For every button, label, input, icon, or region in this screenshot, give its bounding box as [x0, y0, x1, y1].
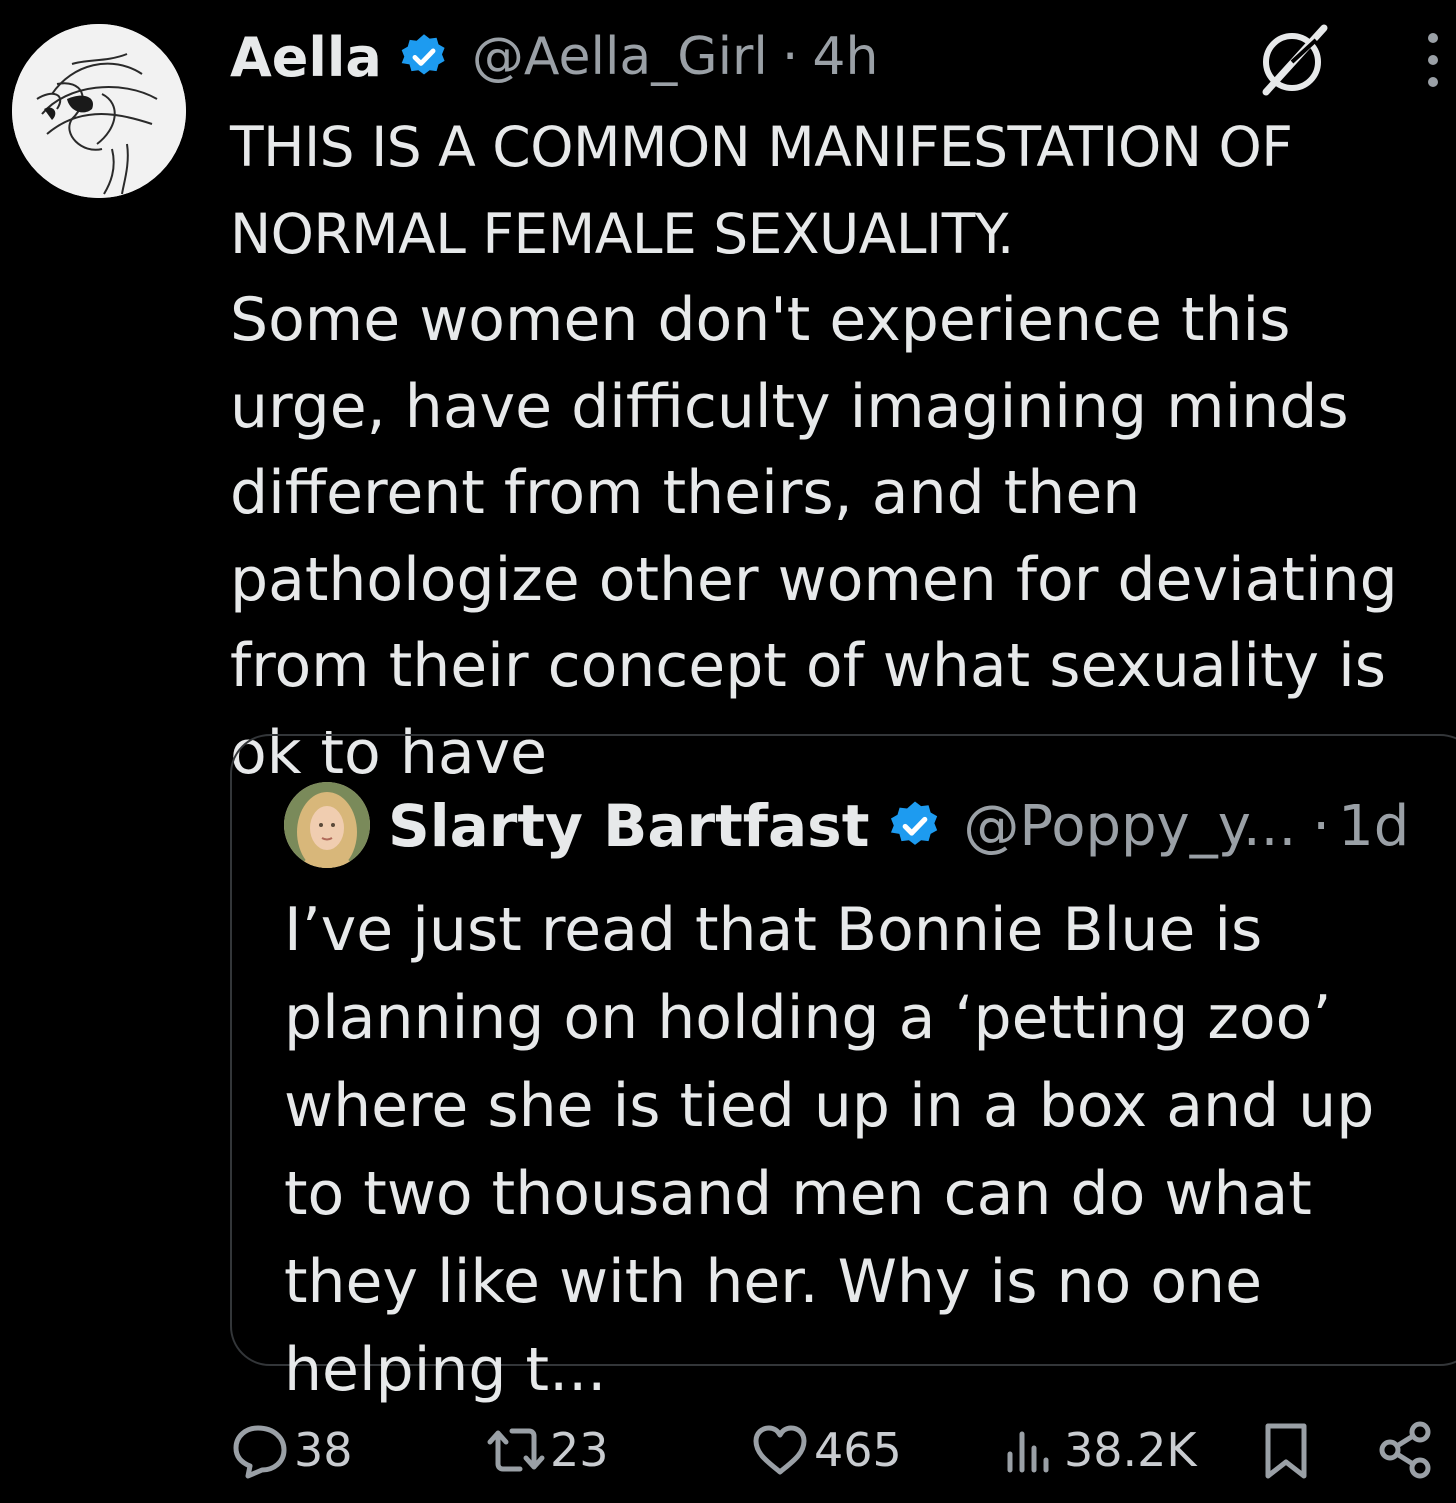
quoted-tweet-time[interactable]: 1d	[1338, 794, 1409, 859]
share-button[interactable]	[1376, 1418, 1436, 1482]
quoted-tweet-card[interactable]: Slarty Bartfast @Poppy_y... · 1d I’ve ju…	[230, 734, 1456, 1405]
repost-button[interactable]: 23	[486, 1418, 609, 1482]
views-button[interactable]: 38.2K	[1000, 1418, 1197, 1482]
dot-separator: ·	[1312, 793, 1331, 859]
share-icon	[1379, 1421, 1431, 1479]
views-count: 38.2K	[1064, 1423, 1197, 1477]
reply-button[interactable]: 38	[230, 1418, 353, 1482]
tweet-text-line-1: THIS IS A COMMON MANIFESTATION OF	[230, 115, 1293, 179]
quoted-tweet-text: I’ve just read that Bonnie Blue is plann…	[284, 895, 1375, 1405]
like-icon	[753, 1425, 807, 1475]
quoted-tweet-header: Slarty Bartfast @Poppy_y... · 1d	[388, 788, 1409, 864]
verified-badge-icon	[887, 798, 943, 854]
dot-separator: ·	[781, 27, 799, 87]
tweet-text-body: Some women don't experience this urge, h…	[230, 285, 1398, 788]
grok-icon[interactable]	[1252, 20, 1332, 100]
like-count: 465	[814, 1423, 902, 1477]
tweet-text: THIS IS A COMMON MANIFESTATION OF NORMAL…	[230, 104, 1452, 796]
quoted-author-avatar[interactable]	[284, 782, 370, 868]
tweet-header: Aella @Aella_Girl · 4h	[230, 22, 878, 92]
bookmark-icon	[1265, 1423, 1307, 1479]
verified-badge-icon	[398, 31, 450, 83]
bookmark-button[interactable]	[1256, 1418, 1316, 1482]
repost-icon	[487, 1428, 545, 1472]
tweet-time[interactable]: 4h	[812, 27, 878, 87]
quoted-author-name[interactable]: Slarty Bartfast	[388, 792, 869, 860]
views-icon	[1007, 1431, 1049, 1473]
author-handle[interactable]: @Aella_Girl	[472, 27, 768, 87]
quoted-author-handle[interactable]: @Poppy_y...	[963, 794, 1296, 859]
reply-icon	[233, 1425, 287, 1479]
tweet-actions: 38 23 465 38.2K	[230, 1418, 1456, 1482]
tweet-text-line-2: NORMAL FEMALE SEXUALITY.	[230, 201, 1014, 266]
author-avatar[interactable]	[12, 24, 186, 198]
repost-count: 23	[550, 1423, 609, 1477]
more-icon[interactable]	[1418, 28, 1448, 92]
reply-count: 38	[294, 1423, 353, 1477]
author-name[interactable]: Aella	[230, 26, 382, 89]
like-button[interactable]: 465	[750, 1418, 902, 1482]
